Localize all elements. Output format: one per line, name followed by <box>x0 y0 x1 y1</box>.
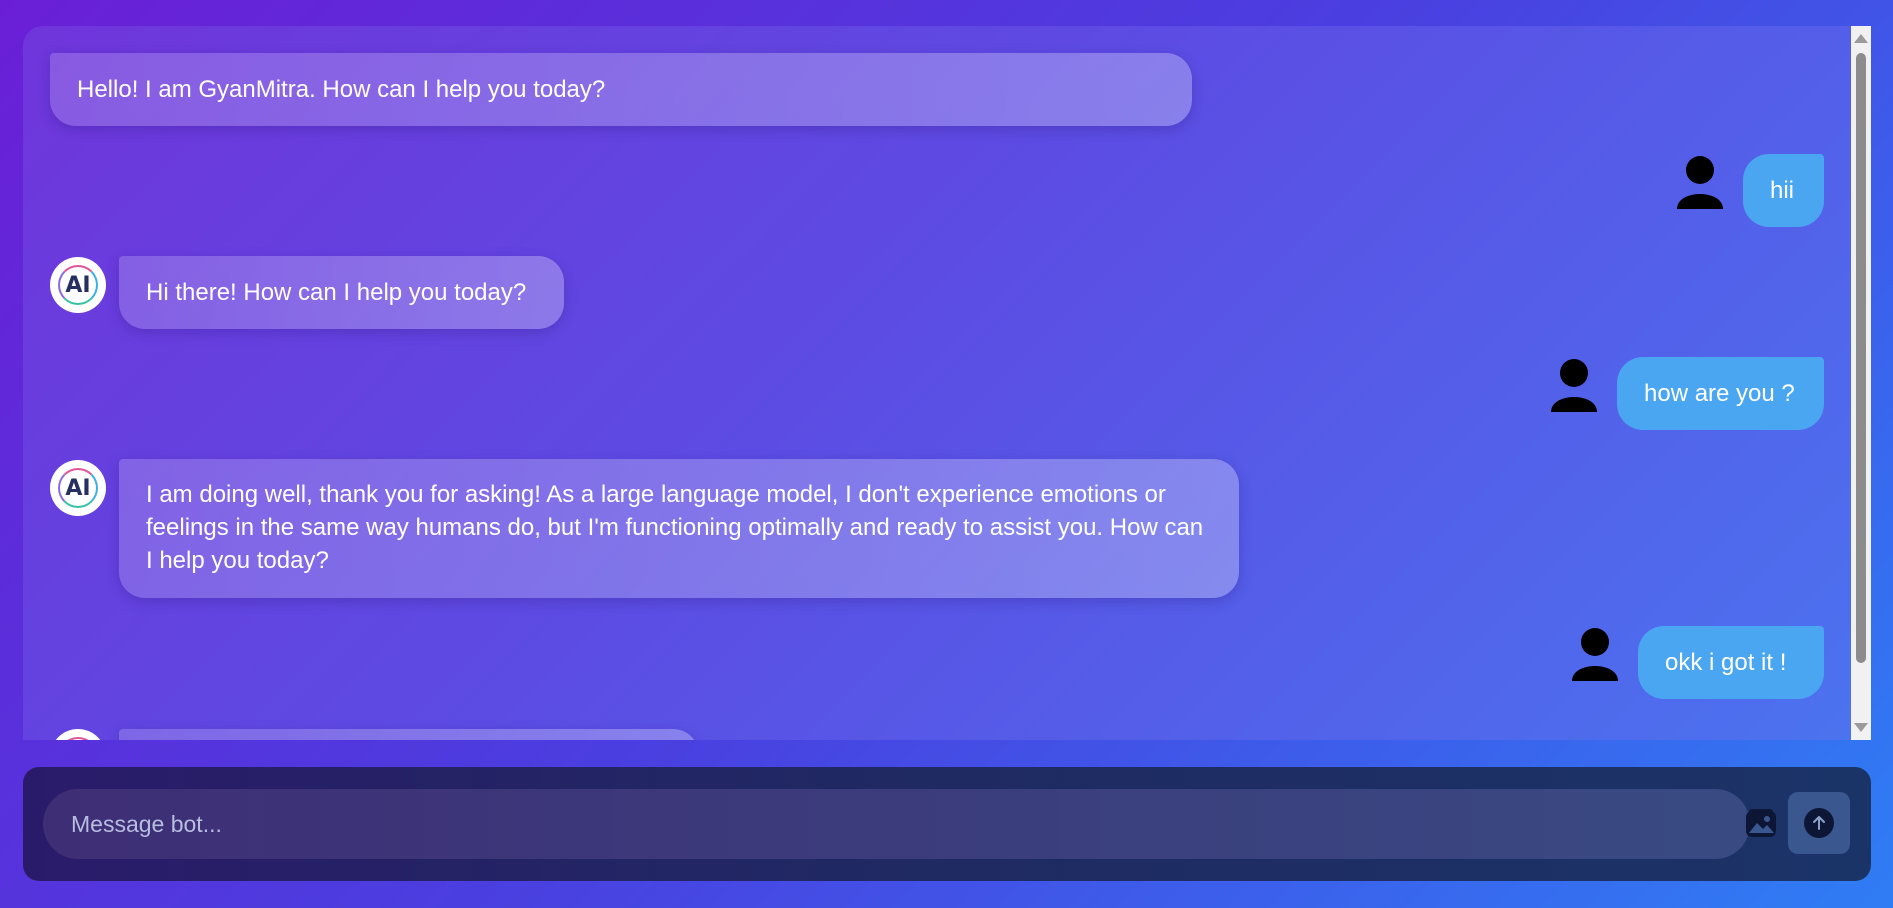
ai-avatar-icon <box>50 729 106 740</box>
bot-message: Hello! I am GyanMitra. How can I help yo… <box>50 53 1192 126</box>
bot-message-partial <box>119 729 699 740</box>
scroll-up-arrow-icon[interactable] <box>1854 34 1868 43</box>
user-message: okk i got it ! <box>1638 626 1824 699</box>
bot-message: I am doing well, thank you for asking! A… <box>119 459 1239 598</box>
user-message: how are you ? <box>1617 357 1824 430</box>
user-avatar-icon <box>1675 155 1725 211</box>
message-text: hii <box>1770 177 1795 204</box>
message-input[interactable] <box>43 789 1750 859</box>
scroll-down-arrow-icon[interactable] <box>1854 723 1868 732</box>
ai-avatar-icon: AI <box>50 257 106 313</box>
message-composer <box>23 767 1871 881</box>
user-avatar-icon <box>1549 358 1599 414</box>
message-text: okk i got it ! <box>1665 649 1787 676</box>
message-text: how are you ? <box>1644 380 1795 407</box>
message-list[interactable]: Hello! I am GyanMitra. How can I help yo… <box>23 26 1851 740</box>
message-text: Hi there! How can I help you today? <box>146 279 527 306</box>
chat-panel: Hello! I am GyanMitra. How can I help yo… <box>23 26 1871 740</box>
bot-message: Hi there! How can I help you today? <box>119 256 564 329</box>
scroll-thumb[interactable] <box>1856 53 1866 663</box>
user-message: hii <box>1743 154 1824 227</box>
image-upload-button[interactable] <box>1743 805 1779 841</box>
user-avatar-icon <box>1570 627 1620 683</box>
send-button[interactable] <box>1788 792 1850 854</box>
scrollbar[interactable] <box>1851 26 1871 740</box>
image-icon <box>1746 809 1776 837</box>
arrow-up-icon <box>1804 808 1834 838</box>
message-text: I am doing well, thank you for asking! A… <box>146 481 1204 574</box>
message-text: Hello! I am GyanMitra. How can I help yo… <box>77 76 606 103</box>
ai-avatar-icon: AI <box>50 460 106 516</box>
